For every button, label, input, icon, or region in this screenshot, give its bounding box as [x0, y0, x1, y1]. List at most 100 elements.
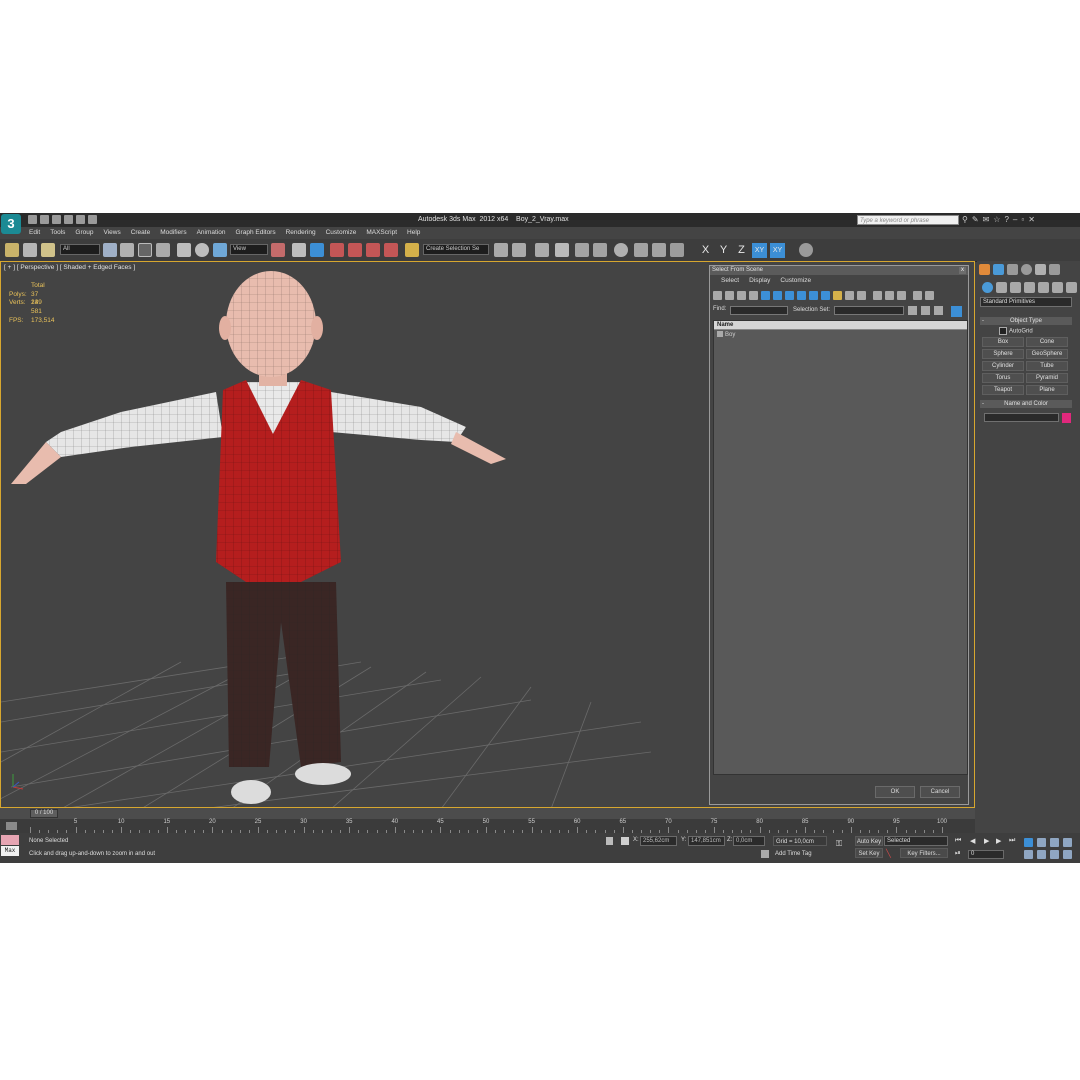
dialog-menu-display[interactable]: Display	[744, 275, 775, 287]
sphere-button[interactable]: Sphere	[982, 349, 1024, 359]
z-coordinate-field[interactable]: 0,0cm	[733, 836, 765, 846]
key-mode-toggle-icon[interactable]: ⏯	[955, 850, 961, 858]
absolute-mode-transform-icon[interactable]	[621, 837, 629, 845]
select-rotate-icon[interactable]	[195, 243, 209, 257]
pyramid-button[interactable]: Pyramid	[1026, 373, 1068, 383]
cylinder-button[interactable]: Cylinder	[982, 361, 1024, 371]
render-teapot-icon[interactable]	[799, 243, 813, 257]
lights-category-icon[interactable]	[1010, 282, 1021, 293]
maximize-viewport-icon[interactable]	[1063, 850, 1072, 859]
restrict-z-button[interactable]: Z	[734, 243, 749, 258]
pan-view-icon[interactable]	[1037, 850, 1046, 859]
geosphere-button[interactable]: GeoSphere	[1026, 349, 1068, 359]
cancel-button[interactable]: Cancel	[920, 786, 960, 798]
ok-button[interactable]: OK	[875, 786, 915, 798]
tube-button[interactable]: Tube	[1026, 361, 1068, 371]
dialog-close-button[interactable]: x	[959, 267, 966, 274]
graphite-modeling-icon[interactable]	[555, 243, 569, 257]
sync-selection-icon[interactable]	[951, 306, 962, 317]
display-space-warps-icon[interactable]	[773, 291, 782, 300]
display-lights-icon[interactable]	[737, 291, 746, 300]
display-all-icon[interactable]	[857, 291, 866, 300]
object-category-dropdown[interactable]: Standard Primitives	[980, 297, 1072, 307]
menu-maxscript[interactable]: MAXScript	[361, 227, 402, 239]
column-header-name[interactable]: Name	[714, 321, 967, 330]
select-manipulate-icon[interactable]	[292, 243, 306, 257]
select-scale-icon[interactable]	[213, 243, 227, 257]
field-of-view-icon[interactable]	[1024, 850, 1033, 859]
link-icon[interactable]	[5, 243, 19, 257]
frame-ruler[interactable]: 5 10 15 20 25 30 35 40 45 50 55 60 65 70 75 80 85 90 95 100	[30, 819, 947, 833]
track-bar[interactable]: 5 10 15 20 25 30 35 40 45 50 55 60 65 70 75 80 85 90 95 100	[0, 819, 975, 833]
orbit-icon[interactable]	[1050, 850, 1059, 859]
filter-options-icon[interactable]	[925, 291, 934, 300]
menu-help[interactable]: Help	[402, 227, 425, 239]
autogrid-checkbox[interactable]: AutoGrid	[999, 327, 1033, 335]
find-input[interactable]	[730, 306, 788, 315]
snaps-toggle-icon[interactable]	[330, 243, 344, 257]
menu-views[interactable]: Views	[98, 227, 125, 239]
play-icon[interactable]: ▶	[984, 837, 989, 845]
display-geometry-icon[interactable]	[713, 291, 722, 300]
edit-named-selection-icon[interactable]	[405, 243, 419, 257]
zoom-extents-all-icon[interactable]	[1063, 838, 1072, 847]
favorites-icon[interactable]: ☆	[993, 215, 1000, 224]
time-slider-thumb[interactable]: 0 / 100	[30, 809, 58, 818]
display-shapes-icon[interactable]	[725, 291, 734, 300]
go-to-end-icon[interactable]: ⏭	[1009, 837, 1015, 845]
restrict-x-button[interactable]: X	[698, 243, 713, 258]
menu-customize[interactable]: Customize	[321, 227, 362, 239]
layer-manager-icon[interactable]	[535, 243, 549, 257]
unlink-icon[interactable]	[23, 243, 37, 257]
new-file-icon[interactable]	[28, 215, 37, 224]
open-file-icon[interactable]	[40, 215, 49, 224]
restrict-y-button[interactable]: Y	[716, 243, 731, 258]
search-input[interactable]: Type a keyword or phrase	[857, 215, 959, 225]
set-key-button[interactable]: Set Key	[855, 848, 883, 858]
x-coordinate-field[interactable]: 255,62cm	[640, 836, 677, 846]
mini-curve-editor-icon[interactable]	[6, 822, 17, 830]
helpers-category-icon[interactable]	[1038, 282, 1049, 293]
select-all-icon[interactable]	[873, 291, 882, 300]
angle-snap-icon[interactable]	[348, 243, 362, 257]
name-and-color-rollout-header[interactable]: - Name and Color	[980, 400, 1072, 408]
display-cameras-icon[interactable]	[749, 291, 758, 300]
select-children-icon[interactable]	[934, 306, 943, 315]
restrict-plane-cycle-button[interactable]: XY	[770, 243, 785, 258]
go-to-start-icon[interactable]: ⏮	[955, 837, 961, 845]
auto-key-button[interactable]: Auto Key	[855, 836, 883, 846]
dialog-menu-select[interactable]: Select	[716, 275, 744, 287]
binoculars-icon[interactable]: ⚲	[962, 215, 968, 224]
display-helpers-icon[interactable]	[761, 291, 770, 300]
material-editor-icon[interactable]	[614, 243, 628, 257]
add-time-tag[interactable]: Add Time Tag	[773, 849, 829, 859]
schematic-view-icon[interactable]	[593, 243, 607, 257]
menu-tools[interactable]: Tools	[45, 227, 70, 239]
select-dependents-icon[interactable]	[921, 306, 930, 315]
selection-set-dropdown[interactable]	[834, 306, 904, 315]
align-icon[interactable]	[512, 243, 526, 257]
display-xrefs-icon[interactable]	[797, 291, 806, 300]
undo-icon[interactable]	[64, 215, 73, 224]
scene-object-list[interactable]: Name Boy	[713, 320, 968, 775]
systems-category-icon[interactable]	[1066, 282, 1077, 293]
selection-set-options-icon[interactable]	[908, 306, 917, 315]
selection-lock-icon[interactable]	[606, 837, 613, 845]
render-setup-icon[interactable]	[634, 243, 648, 257]
keyboard-shortcut-override-icon[interactable]	[310, 243, 324, 257]
object-name-field[interactable]	[984, 413, 1059, 422]
select-object-icon[interactable]	[103, 243, 117, 257]
previous-frame-icon[interactable]: ◀	[970, 837, 975, 845]
zoom-all-icon[interactable]	[1037, 838, 1046, 847]
spinner-snap-icon[interactable]	[384, 243, 398, 257]
motion-tab-icon[interactable]	[1021, 264, 1032, 275]
curve-editor-icon[interactable]	[575, 243, 589, 257]
render-production-icon[interactable]	[670, 243, 684, 257]
reference-coordinate-dropdown[interactable]: View	[230, 244, 268, 255]
list-item[interactable]: Boy	[714, 330, 967, 340]
menu-animation[interactable]: Animation	[192, 227, 231, 239]
menu-group[interactable]: Group	[70, 227, 98, 239]
next-frame-icon[interactable]: ▶	[996, 837, 1001, 845]
box-button[interactable]: Box	[982, 337, 1024, 347]
display-tab-icon[interactable]	[1035, 264, 1046, 275]
